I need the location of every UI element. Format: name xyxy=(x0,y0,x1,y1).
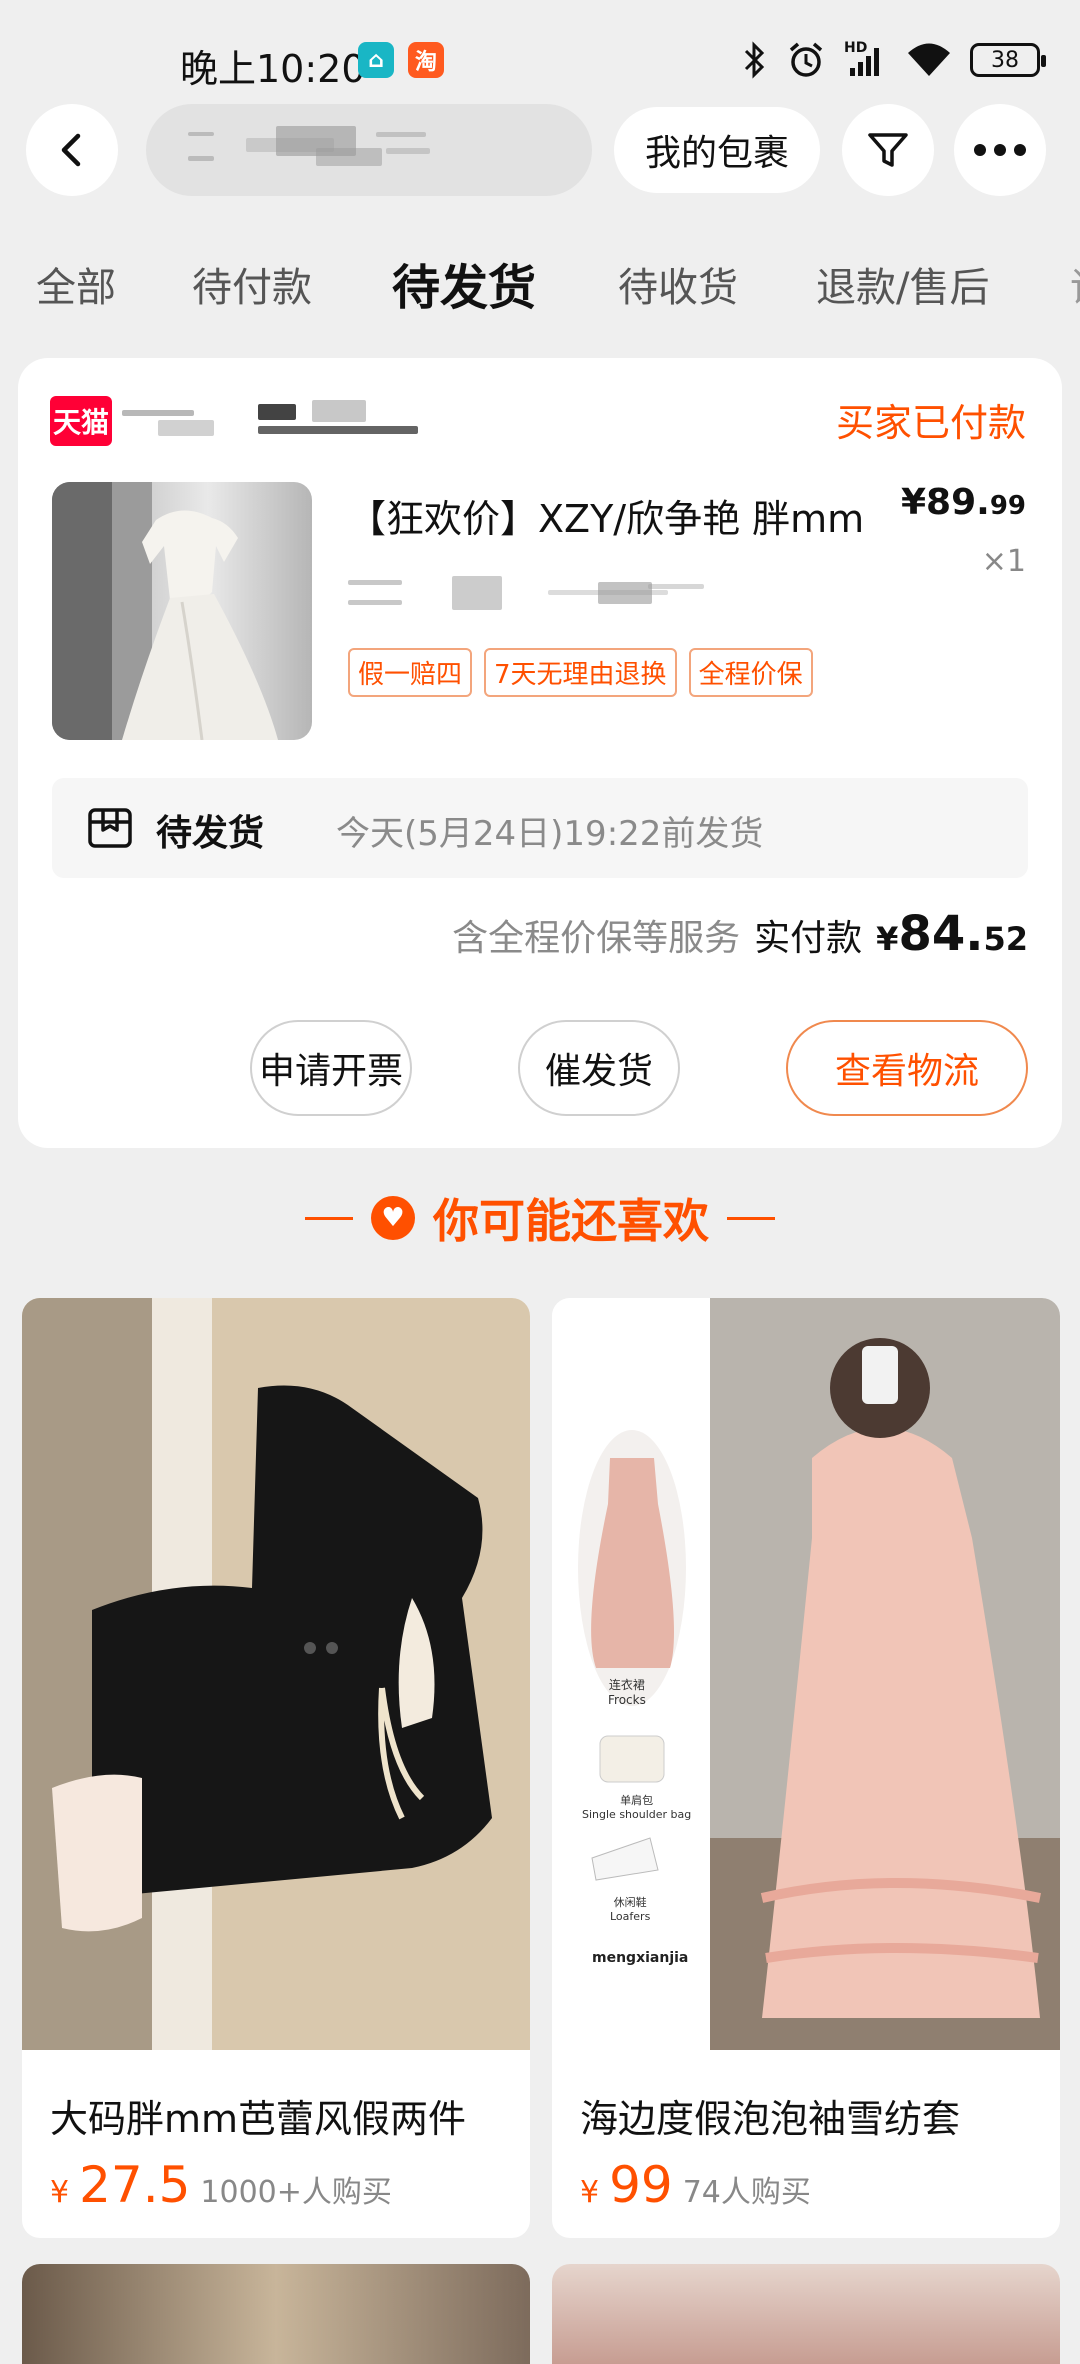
service-tag: 全程价保 xyxy=(688,648,813,697)
image-text-frocks: 连衣裙 Frocks xyxy=(608,1678,646,1707)
chevron-left-icon xyxy=(61,133,81,167)
product-price: ¥89.99 xyxy=(901,482,1026,523)
tab-pending-receipt[interactable]: 待收货 xyxy=(618,248,738,328)
product-price-int: ¥89. xyxy=(900,482,990,523)
price-value: 27.5 xyxy=(79,2156,191,2214)
cellular-signal-icon: HD xyxy=(844,40,888,80)
more-icon xyxy=(974,144,1026,156)
tmall-badge: 天猫 xyxy=(50,396,112,446)
order-card[interactable]: 天猫 买家已付款 【狂欢价】XZY/欣争艳 胖mm ¥89.99 ×1 假一赔四… xyxy=(18,358,1062,1148)
view-logistics-button[interactable]: 查看物流 xyxy=(786,1020,1028,1116)
payment-summary: 含全程价保等服务 实付款 ¥84.52 xyxy=(452,906,1028,962)
product-name: 海边度假泡泡袖雪纺套 xyxy=(580,2097,961,2141)
divider-line xyxy=(305,1216,353,1220)
pay-label: 实付款 xyxy=(754,918,863,959)
shipping-info[interactable]: 待发货 今天(5月24日)19:22前发货 xyxy=(52,778,1028,878)
tab-pending-payment[interactable]: 待付款 xyxy=(192,248,312,328)
product-image xyxy=(552,1298,1060,2050)
product-quantity: ×1 xyxy=(981,544,1026,579)
back-button[interactable] xyxy=(26,104,118,196)
price-currency: ¥ xyxy=(50,2175,70,2210)
store-name-redacted[interactable] xyxy=(122,396,442,446)
recommend-title: 你可能还喜欢 xyxy=(433,1194,709,1248)
price-currency: ¥ xyxy=(580,2175,600,2210)
product-price: ¥27.5 1000+人购买 xyxy=(50,2156,392,2214)
order-tabs: 全部 待付款 待发货 待收货 退款/售后 评 xyxy=(0,248,1080,328)
bluetooth-icon xyxy=(744,41,765,79)
product-card[interactable]: 连衣裙 Frocks 单肩包 Single shoulder bag 休闲鞋 L… xyxy=(552,1298,1060,2238)
product-title[interactable]: 【狂欢价】XZY/欣争艳 胖mm xyxy=(348,488,908,543)
product-sku-redacted xyxy=(348,570,748,620)
tab-all[interactable]: 全部 xyxy=(36,248,116,328)
battery-icon: 38 xyxy=(970,43,1046,77)
sales-count: 74人购买 xyxy=(682,2175,811,2210)
heart-icon: ♥ xyxy=(371,1196,415,1240)
taobao-app-icon: 淘 xyxy=(408,42,444,78)
order-status: 买家已付款 xyxy=(835,401,1026,445)
service-tags: 假一赔四 7天无理由退换 全程价保 xyxy=(348,648,813,697)
status-bar: 晚上10:20 ⌂ 淘 HD 38 xyxy=(0,0,1080,100)
urge-shipment-button[interactable]: 催发货 xyxy=(518,1020,680,1116)
product-card[interactable]: 大码胖mm芭蕾风假两件 ¥27.5 1000+人购买 xyxy=(22,1298,530,2238)
product-price: ¥99 74人购买 xyxy=(580,2156,811,2214)
alarm-icon xyxy=(789,42,823,77)
battery-level: 38 xyxy=(991,47,1019,73)
product-card-peek[interactable] xyxy=(552,2264,1060,2364)
shipping-status: 待发货 xyxy=(156,813,265,854)
status-time: 晚上10:20 xyxy=(180,47,366,91)
tab-refund-aftersale[interactable]: 退款/售后 xyxy=(816,248,989,328)
price-value: 99 xyxy=(609,2156,673,2214)
more-button[interactable] xyxy=(954,104,1046,196)
tab-pending-shipment[interactable]: 待发货 xyxy=(392,248,536,328)
home-app-icon: ⌂ xyxy=(358,42,394,78)
request-invoice-button[interactable]: 申请开票 xyxy=(250,1020,412,1116)
product-image xyxy=(22,1298,530,2050)
tab-overflow-partial[interactable]: 评 xyxy=(1070,248,1080,328)
product-card-peek[interactable] xyxy=(22,2264,530,2364)
header: 我的包裹 xyxy=(0,104,1080,200)
pay-currency: ¥ xyxy=(876,920,899,958)
my-packages-button[interactable]: 我的包裹 xyxy=(614,107,820,193)
service-tag: 假一赔四 xyxy=(348,648,473,697)
sales-count: 1000+人购买 xyxy=(200,2175,392,2210)
pay-int: 84. xyxy=(898,906,984,962)
search-input[interactable] xyxy=(146,104,592,196)
filter-button[interactable] xyxy=(842,104,934,196)
service-tag: 7天无理由退换 xyxy=(484,648,677,697)
pay-note: 含全程价保等服务 xyxy=(452,918,741,959)
product-image[interactable] xyxy=(52,482,312,740)
divider-line xyxy=(727,1216,775,1220)
package-icon xyxy=(88,808,132,848)
image-text-loafers: 休闲鞋 Loafers xyxy=(610,1896,651,1923)
pay-dec: 52 xyxy=(983,920,1028,958)
wifi-icon xyxy=(908,43,950,76)
image-text-brand: mengxianjia xyxy=(592,1950,689,1966)
shipping-deadline: 今天(5月24日)19:22前发货 xyxy=(336,814,764,854)
recommend-header: ♥ 你可能还喜欢 xyxy=(0,1186,1080,1250)
image-text-bag: 单肩包 Single shoulder bag xyxy=(582,1794,692,1821)
status-icons: HD 38 xyxy=(742,36,1046,84)
pay-amount: ¥84.52 xyxy=(876,906,1028,962)
filter-icon xyxy=(868,133,908,167)
product-price-dec: 99 xyxy=(989,491,1026,521)
product-name: 大码胖mm芭蕾风假两件 xyxy=(50,2097,467,2141)
